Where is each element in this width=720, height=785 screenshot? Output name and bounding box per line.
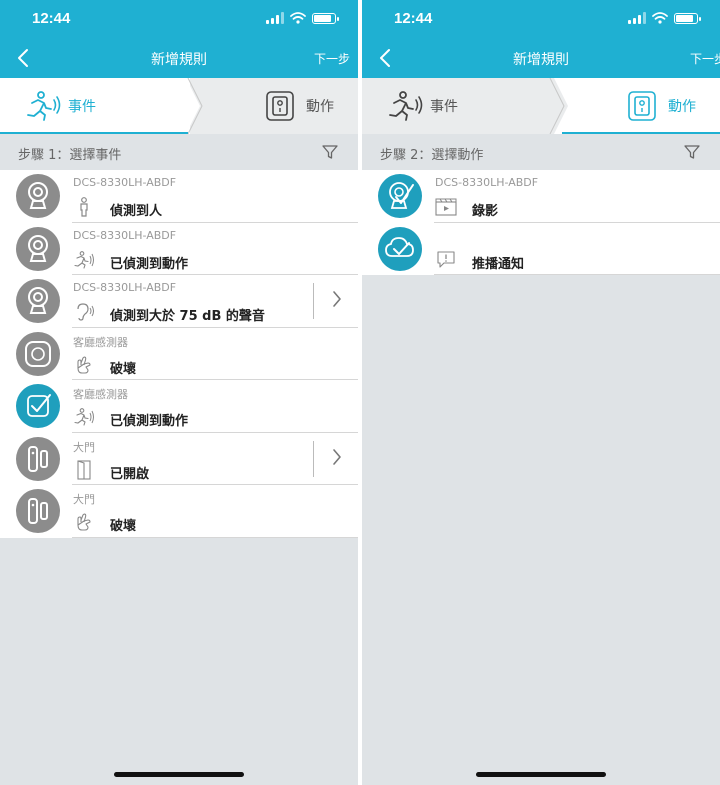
step-title: 步驟 1：選擇事件 — [18, 148, 122, 163]
door-icon — [73, 459, 95, 480]
step-header: 步驟 1：選擇事件 — [0, 134, 358, 170]
camera-icon — [16, 226, 60, 271]
device-icon — [628, 91, 656, 121]
device-name: DCS-8330LH-ABDF — [73, 281, 177, 294]
action-text: 推播通知 — [472, 256, 525, 272]
motion-icon — [73, 407, 95, 427]
list-item[interactable]: DCS-8330LH-ABDF 偵測到人 — [0, 170, 358, 223]
event-list: DCS-8330LH-ABDF 偵測到人 DCS-8330LH-ABDF 已偵測… — [0, 170, 358, 538]
cloud-check-icon — [378, 226, 422, 271]
filter-button[interactable] — [684, 144, 700, 164]
event-text: 已偵測到動作 — [110, 256, 189, 272]
device-name: 客廳感測器 — [73, 335, 128, 349]
filter-button[interactable] — [322, 144, 338, 164]
row-divider — [72, 536, 358, 538]
person-icon — [73, 197, 95, 217]
next-button[interactable]: 下一步 — [314, 50, 350, 67]
event-screen: 12:44 新增規則 下一步 事件 動作 步驟 1：選擇事件 DCS-8330L… — [0, 0, 360, 785]
device-name: DCS-8330LH-ABDF — [73, 228, 177, 242]
list-item[interactable]: 客廳感測器 破壞 — [0, 328, 358, 380]
filter-icon — [684, 145, 700, 159]
step-tabs: 事件 動作 — [0, 78, 358, 134]
door-sensor-icon — [16, 436, 60, 481]
system-icons — [628, 12, 701, 24]
device-name: DCS-8330LH-ABDF — [73, 176, 177, 189]
nav-bar: 新增規則 下一步 — [362, 38, 720, 78]
wifi-icon — [652, 12, 668, 24]
tab-action-label: 動作 — [306, 99, 334, 115]
home-indicator[interactable] — [476, 772, 606, 777]
action-text: 錄影 — [472, 204, 499, 219]
tab-event[interactable]: 事件 — [0, 78, 200, 134]
row-vertical-divider — [313, 283, 314, 319]
signal-icon — [628, 12, 646, 24]
camera-icon — [16, 174, 60, 218]
signal-icon — [266, 12, 284, 24]
list-item[interactable]: 推播通知 — [362, 223, 720, 275]
list-item[interactable]: DCS-8330LH-ABDF 已偵測到動作 — [0, 223, 358, 275]
camera-icon — [16, 279, 60, 323]
list-item[interactable]: DCS-8330LH-ABDF 偵測到大於 75 dB 的聲音 — [0, 275, 358, 328]
status-bar: 12:44 — [0, 0, 358, 38]
device-name: 客廳感測器 — [73, 388, 128, 401]
row-divider — [434, 274, 720, 275]
event-text: 破壞 — [110, 519, 137, 534]
tab-event[interactable]: 事件 — [362, 78, 562, 134]
tab-action[interactable]: 動作 — [200, 78, 358, 134]
check-icon — [16, 384, 60, 428]
device-name: DCS-8330LH-ABDF — [435, 176, 539, 189]
sound-icon — [73, 302, 95, 322]
running-person-icon — [27, 91, 61, 121]
action-list: DCS-8330LH-ABDF 錄影 推播通知 — [362, 170, 720, 275]
device-icon — [266, 91, 294, 121]
event-text: 已開啟 — [110, 466, 150, 482]
event-text: 破壞 — [110, 361, 137, 377]
camera-check-icon — [378, 174, 422, 218]
expand-button[interactable] — [332, 290, 342, 312]
status-time: 12:44 — [32, 10, 71, 27]
tamper-icon — [73, 512, 95, 532]
notification-icon — [435, 250, 457, 270]
tab-action[interactable]: 動作 — [562, 78, 720, 134]
tamper-icon — [73, 355, 95, 375]
next-button[interactable]: 下一步 — [690, 50, 720, 67]
page-title: 新增規則 — [513, 52, 569, 68]
system-icons — [266, 12, 339, 24]
step-title: 步驟 2：選擇動作 — [380, 148, 484, 163]
list-item[interactable]: DCS-8330LH-ABDF 錄影 — [362, 170, 720, 223]
video-icon — [435, 197, 457, 217]
home-indicator[interactable] — [114, 772, 244, 777]
door-sensor-icon — [16, 489, 60, 533]
row-vertical-divider — [313, 440, 314, 477]
page-title: 新增規則 — [151, 52, 207, 68]
status-time: 12:44 — [394, 10, 433, 27]
device-name: 大門 — [73, 440, 95, 454]
tab-event-label: 事件 — [68, 99, 96, 115]
event-text: 偵測到人 — [110, 204, 163, 219]
chevron-right-icon — [333, 291, 341, 307]
list-item[interactable]: 客廳感測器 已偵測到動作 — [0, 380, 358, 433]
device-name: 大門 — [73, 493, 95, 506]
motion-icon — [73, 250, 95, 270]
chevron-right-icon — [333, 448, 341, 465]
sensor-icon — [16, 331, 60, 376]
event-text: 偵測到大於 75 dB 的聲音 — [110, 309, 265, 324]
step-header: 步驟 2：選擇動作 — [362, 134, 720, 170]
nav-bar: 新增規則 下一步 — [0, 38, 358, 78]
action-screen: 12:44 新增規則 下一步 事件 動作 步驟 2：選擇動作 DCS-8330L… — [362, 0, 720, 785]
list-item[interactable]: 大門 破壞 — [0, 485, 358, 538]
tab-action-label: 動作 — [668, 99, 696, 115]
tab-event-label: 事件 — [430, 99, 458, 115]
running-person-icon — [389, 91, 423, 121]
battery-icon — [312, 12, 339, 24]
wifi-icon — [290, 12, 306, 24]
status-bar: 12:44 — [362, 0, 720, 38]
list-item[interactable]: 大門 已開啟 — [0, 433, 358, 485]
step-tabs: 事件 動作 — [362, 78, 720, 134]
expand-button[interactable] — [332, 448, 342, 470]
battery-icon — [674, 12, 701, 24]
filter-icon — [322, 145, 338, 159]
event-text: 已偵測到動作 — [110, 414, 189, 429]
